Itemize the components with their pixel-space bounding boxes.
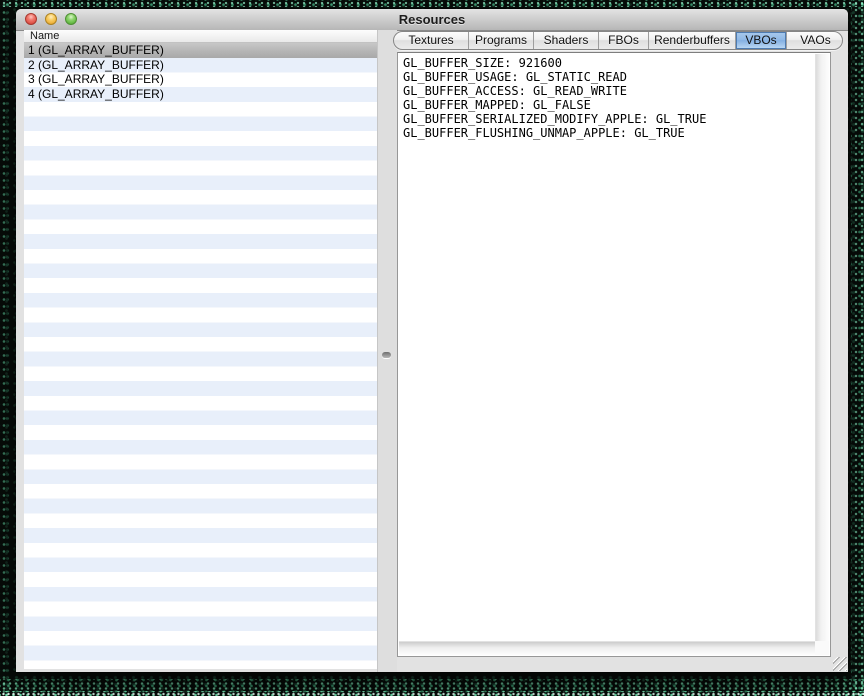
buffer-details-text: GL_BUFFER_SIZE: 921600GL_BUFFER_USAGE: G…	[399, 54, 815, 641]
resize-grip[interactable]	[833, 657, 847, 671]
split-divider[interactable]	[377, 30, 397, 672]
tab-programs[interactable]: Programs	[469, 32, 534, 49]
window-titlebar[interactable]: Resources	[16, 9, 848, 31]
detail-line: GL_BUFFER_SERIALIZED_MODIFY_APPLE: GL_TR…	[403, 112, 815, 126]
list-item[interactable]: 3 (GL_ARRAY_BUFFER)	[24, 72, 377, 87]
vertical-scrollbar[interactable]	[815, 54, 829, 641]
detail-line: GL_BUFFER_MAPPED: GL_FALSE	[403, 98, 815, 112]
tab-vaos[interactable]: VAOs	[787, 32, 843, 49]
resources-window: Resources Name 1 (GL_ARRAY_BUFFER)2 (GL_…	[16, 9, 848, 672]
name-column-label: Name	[30, 30, 59, 42]
list-item[interactable]: 1 (GL_ARRAY_BUFFER)	[24, 43, 377, 58]
tab-shaders[interactable]: Shaders	[534, 32, 599, 49]
list-item[interactable]: 4 (GL_ARRAY_BUFFER)	[24, 87, 377, 102]
desktop-pattern-right	[851, 0, 864, 696]
splitter-handle-icon[interactable]	[382, 352, 391, 358]
horizontal-scrollbar[interactable]	[399, 641, 815, 655]
tab-renderbuffers[interactable]: Renderbuffers	[649, 32, 736, 49]
name-column-header[interactable]: Name	[24, 30, 377, 43]
desktop-pattern-bottom	[0, 679, 864, 692]
detail-line: GL_BUFFER_SIZE: 921600	[403, 56, 815, 70]
detail-line: GL_BUFFER_USAGE: GL_STATIC_READ	[403, 70, 815, 84]
detail-line: GL_BUFFER_ACCESS: GL_READ_WRITE	[403, 84, 815, 98]
tab-vbos[interactable]: VBOs	[736, 32, 787, 49]
resource-list[interactable]: 1 (GL_ARRAY_BUFFER)2 (GL_ARRAY_BUFFER)3 …	[24, 43, 377, 669]
detail-line: GL_BUFFER_FLUSHING_UNMAP_APPLE: GL_TRUE	[403, 126, 815, 140]
desktop-pattern-left	[0, 0, 9, 696]
desktop-pattern-top	[0, 0, 864, 7]
desktop-background: Resources Name 1 (GL_ARRAY_BUFFER)2 (GL_…	[0, 0, 864, 696]
window-title: Resources	[16, 12, 848, 27]
desktop-pattern-bottom-line	[0, 691, 864, 696]
tab-fbos[interactable]: FBOs	[599, 32, 649, 49]
scrollbar-corner	[815, 641, 829, 655]
details-scroll-view: GL_BUFFER_SIZE: 921600GL_BUFFER_USAGE: G…	[397, 52, 831, 657]
list-item[interactable]: 2 (GL_ARRAY_BUFFER)	[24, 58, 377, 73]
tab-textures[interactable]: Textures	[394, 32, 469, 49]
tab-bar: TexturesProgramsShadersFBOsRenderbuffers…	[393, 31, 843, 50]
